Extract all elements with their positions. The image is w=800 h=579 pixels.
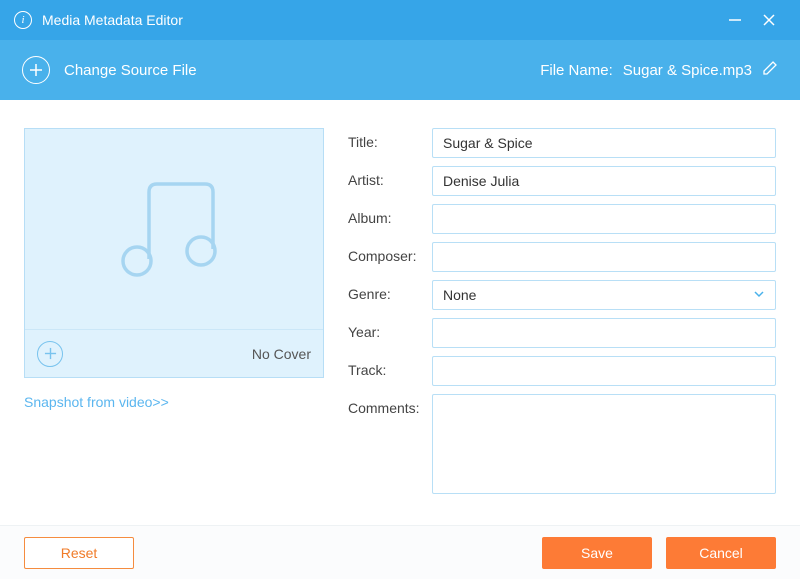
genre-value: None <box>443 287 476 303</box>
edit-filename-icon[interactable] <box>762 60 778 81</box>
window-title: Media Metadata Editor <box>42 12 183 28</box>
track-label: Track: <box>348 356 432 378</box>
cover-box: No Cover <box>24 128 324 378</box>
cancel-button[interactable]: Cancel <box>666 537 776 569</box>
title-input[interactable] <box>432 128 776 158</box>
content-area: No Cover Snapshot from video>> Title: Ar… <box>0 100 800 525</box>
file-name-label: File Name: <box>540 62 613 79</box>
save-button[interactable]: Save <box>542 537 652 569</box>
artist-input[interactable] <box>432 166 776 196</box>
music-note-icon <box>25 129 323 329</box>
genre-label: Genre: <box>348 280 432 302</box>
title-bar: i Media Metadata Editor <box>0 0 800 40</box>
change-source-icon[interactable] <box>22 56 50 84</box>
year-input[interactable] <box>432 318 776 348</box>
close-button[interactable] <box>752 0 786 40</box>
source-bar: Change Source File File Name: Sugar & Sp… <box>0 40 800 100</box>
chevron-down-icon <box>753 287 765 303</box>
album-input[interactable] <box>432 204 776 234</box>
composer-label: Composer: <box>348 242 432 264</box>
add-cover-button[interactable] <box>37 341 63 367</box>
form-column: Title: Artist: Album: Composer: Genre: N… <box>348 128 776 515</box>
album-label: Album: <box>348 204 432 226</box>
change-source-button[interactable]: Change Source File <box>64 62 197 79</box>
track-input[interactable] <box>432 356 776 386</box>
no-cover-label: No Cover <box>252 346 311 362</box>
info-icon: i <box>14 11 32 29</box>
artist-label: Artist: <box>348 166 432 188</box>
comments-input[interactable] <box>432 394 776 494</box>
minimize-button[interactable] <box>718 0 752 40</box>
title-label: Title: <box>348 128 432 150</box>
genre-select[interactable]: None <box>432 280 776 310</box>
comments-label: Comments: <box>348 394 432 416</box>
snapshot-from-video-link[interactable]: Snapshot from video>> <box>24 394 324 410</box>
file-name-value: Sugar & Spice.mp3 <box>623 62 752 79</box>
cover-column: No Cover Snapshot from video>> <box>24 128 324 515</box>
composer-input[interactable] <box>432 242 776 272</box>
reset-button[interactable]: Reset <box>24 537 134 569</box>
footer-bar: Reset Save Cancel <box>0 525 800 579</box>
cover-bottom-bar: No Cover <box>25 329 323 377</box>
year-label: Year: <box>348 318 432 340</box>
